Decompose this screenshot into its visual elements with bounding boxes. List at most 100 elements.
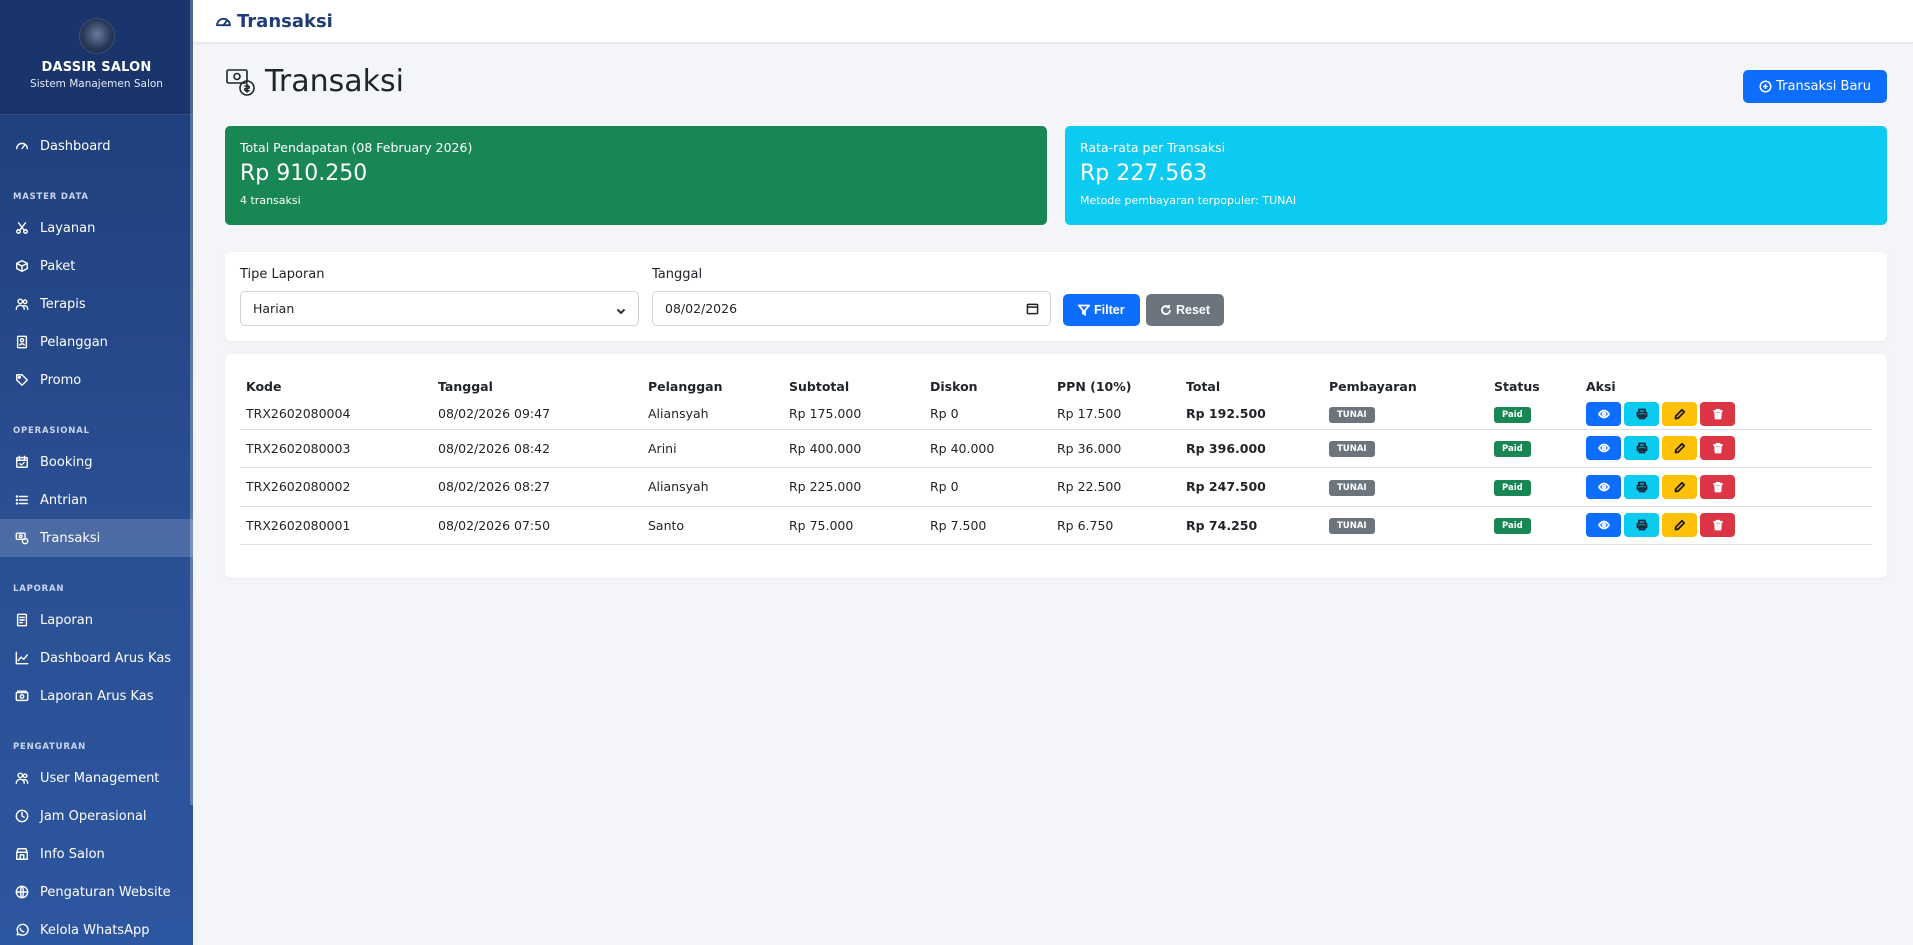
trash-icon (1712, 442, 1724, 454)
view-button[interactable] (1586, 474, 1621, 499)
sidebar-item-pengaturan-website[interactable]: Pengaturan Website (0, 873, 193, 911)
row-actions (1586, 513, 1872, 538)
edit-button[interactable] (1662, 474, 1697, 499)
box-icon (14, 258, 30, 274)
graph-up-icon (14, 650, 30, 666)
sidebar-item-kelola-whatsapp[interactable]: Kelola WhatsApp (0, 911, 193, 945)
status-badge: Paid (1494, 441, 1531, 458)
cell-pembayaran: TUNAI (1323, 506, 1488, 545)
col-subtotal[interactable]: Subtotal (783, 370, 924, 399)
sidebar-item-label: Promo (40, 372, 82, 388)
sidebar-item-pelanggan[interactable]: Pelanggan (0, 323, 193, 361)
col-diskon[interactable]: Diskon (924, 370, 1051, 399)
view-button[interactable] (1586, 436, 1621, 461)
pencil-icon (1674, 408, 1686, 420)
sidebar-item-label: Dashboard Arus Kas (40, 650, 172, 666)
cell-subtotal: Rp 175.000 (783, 399, 924, 430)
sidebar-item-promo[interactable]: Promo (0, 361, 193, 399)
sidebar-item-laporan-arus-kas[interactable]: Laporan Arus Kas (0, 677, 193, 715)
people-fill-icon (14, 770, 30, 786)
new-transaction-label: Transaksi Baru (1776, 79, 1871, 94)
popular-payment-method: Metode pembayaran terpopuler: TUNAI (1080, 194, 1297, 207)
col-status[interactable]: Status (1488, 370, 1580, 399)
eye-icon (1597, 442, 1610, 454)
delete-button[interactable] (1700, 436, 1735, 461)
status-badge: Paid (1494, 479, 1531, 496)
topbar-title: Transaksi (215, 11, 333, 32)
sidebar-item-paket[interactable]: Paket (0, 247, 193, 285)
sidebar-item-laporan[interactable]: Laporan (0, 601, 193, 639)
sidebar-item-user-management[interactable]: User Management (0, 759, 193, 797)
col-tanggal[interactable]: Tanggal (432, 370, 642, 399)
trash-icon (1712, 481, 1724, 493)
file-text-icon (14, 612, 30, 628)
col-kode[interactable]: Kode (240, 370, 432, 399)
row-actions (1586, 474, 1872, 499)
sidebar-item-label: Jam Operasional (40, 808, 147, 824)
sidebar-item-label: Laporan Arus Kas (40, 688, 154, 704)
view-button[interactable] (1586, 513, 1621, 538)
sidebar-item-label: Antrian (40, 492, 88, 508)
calendar-icon[interactable] (1026, 302, 1039, 315)
edit-button[interactable] (1662, 401, 1697, 426)
row-actions (1586, 436, 1872, 461)
trash-icon (1712, 408, 1724, 420)
payment-badge: TUNAI (1329, 441, 1375, 458)
date-input[interactable]: 08/02/2026 (652, 291, 1051, 326)
page-title-text: Transaksi (265, 64, 404, 99)
sidebar-item-antrian[interactable]: Antrian (0, 481, 193, 519)
sidebar-item-info-salon[interactable]: Info Salon (0, 835, 193, 873)
col-pelanggan[interactable]: Pelanggan (642, 370, 783, 399)
filter-button[interactable]: Filter (1063, 294, 1140, 326)
report-type-select[interactable]: Harian (240, 291, 639, 326)
new-transaction-button[interactable]: Transaksi Baru (1743, 70, 1887, 103)
table-header-row: Kode Tanggal Pelanggan Subtotal Diskon P… (240, 370, 1872, 399)
calendar-check-icon (14, 454, 30, 470)
cell-tanggal: 08/02/2026 07:50 (432, 506, 642, 545)
delete-button[interactable] (1700, 401, 1735, 426)
print-button[interactable] (1624, 513, 1659, 538)
topbar: Transaksi (193, 0, 1913, 43)
brand: DASSIR SALON Sistem Manajemen Salon (0, 0, 193, 115)
main-content: Transaksi Transaksi Baru Total Pendapata… (193, 43, 1913, 945)
col-total[interactable]: Total (1180, 370, 1323, 399)
cell-subtotal: Rp 225.000 (783, 467, 924, 507)
sidebar-item-booking[interactable]: Booking (0, 443, 193, 481)
sidebar-item-layanan[interactable]: Layanan (0, 209, 193, 247)
print-button[interactable] (1624, 401, 1659, 426)
table-row: TRX2602080004 08/02/2026 09:47 Aliansyah Rp… (240, 399, 1872, 430)
sidebar-item-label: Info Salon (40, 846, 105, 862)
date-label: Tanggal (652, 267, 703, 282)
print-button[interactable] (1624, 474, 1659, 499)
topbar-title-text: Transaksi (237, 10, 333, 32)
sidebar-item-dashboard-arus-kas[interactable]: Dashboard Arus Kas (0, 639, 193, 677)
edit-button[interactable] (1662, 513, 1697, 538)
view-button[interactable] (1586, 401, 1621, 426)
delete-button[interactable] (1700, 474, 1735, 499)
col-ppn[interactable]: PPN (10%) (1051, 370, 1180, 399)
cash-coin-icon (14, 530, 30, 546)
section-pengaturan: PENGATURAN (13, 742, 86, 752)
sidebar-item-jam-operasional[interactable]: Jam Operasional (0, 797, 193, 835)
delete-button[interactable] (1700, 513, 1735, 538)
eye-icon (1597, 519, 1610, 531)
edit-button[interactable] (1662, 436, 1697, 461)
arrow-clockwise-icon (1161, 305, 1171, 315)
cell-subtotal: Rp 75.000 (783, 506, 924, 545)
sidebar-item-transaksi[interactable]: Transaksi (0, 519, 193, 557)
transactions-table-card: Kode Tanggal Pelanggan Subtotal Diskon P… (225, 354, 1887, 578)
reset-button[interactable]: Reset (1146, 294, 1225, 326)
eye-icon (1597, 408, 1610, 420)
printer-icon (1636, 442, 1648, 454)
sidebar-item-terapis[interactable]: Terapis (0, 285, 193, 323)
sidebar-nav: Dashboard MASTER DATA Layanan Paket Tera… (0, 127, 193, 945)
cell-status: Paid (1488, 467, 1580, 507)
sidebar-item-dashboard[interactable]: Dashboard (0, 127, 193, 165)
printer-icon (1636, 519, 1648, 531)
print-button[interactable] (1624, 436, 1659, 461)
cell-total: Rp 192.500 (1180, 399, 1323, 430)
cell-kode: TRX2602080001 (240, 506, 432, 545)
salon-logo (78, 18, 115, 54)
report-type-label: Tipe Laporan (240, 267, 325, 282)
col-pembayaran[interactable]: Pembayaran (1323, 370, 1488, 399)
